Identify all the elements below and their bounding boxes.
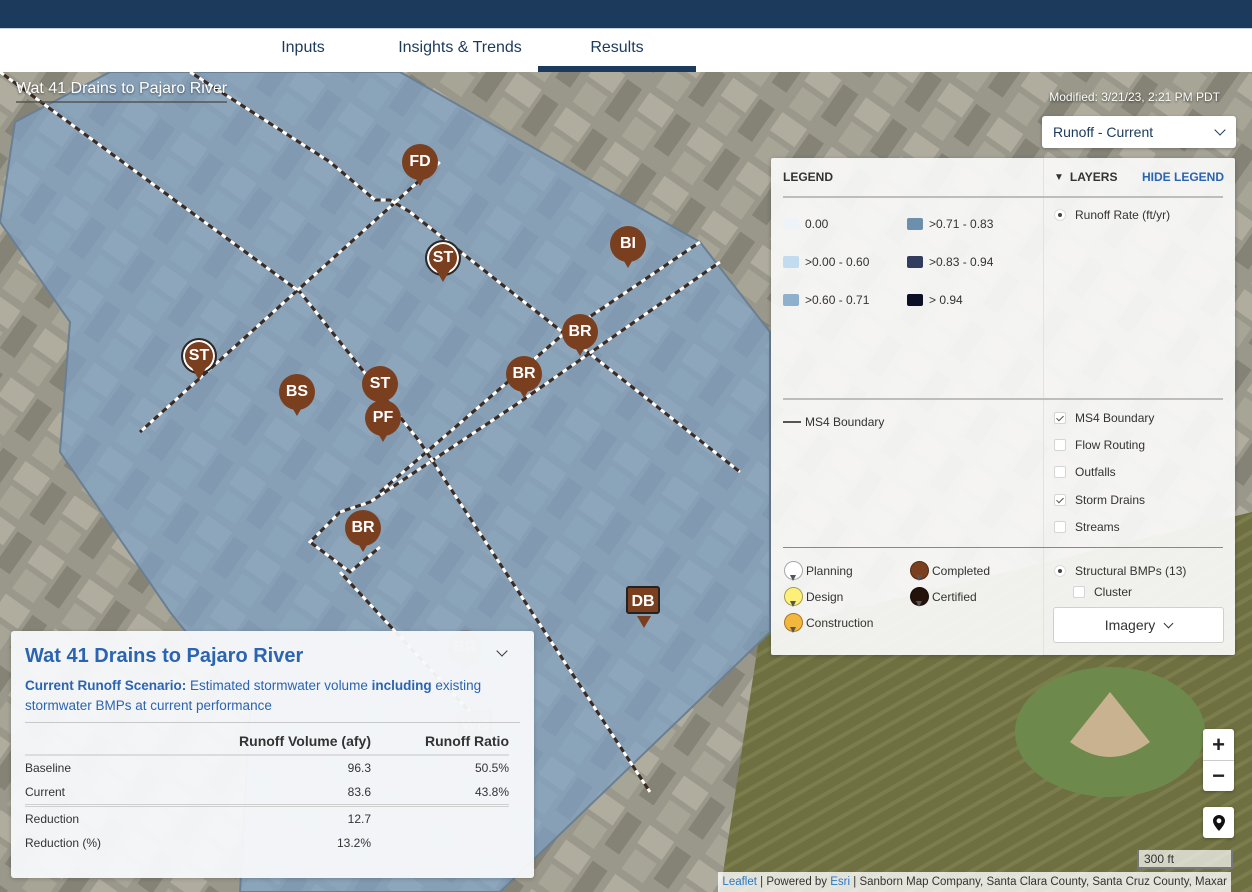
layer-storm-drains[interactable]: Storm Drains	[1054, 493, 1145, 507]
layer-ms4-boundary[interactable]: MS4 Boundary	[1054, 411, 1154, 425]
leaflet-link[interactable]: Leaflet	[722, 876, 757, 888]
bmp-marker-br[interactable]: BR	[562, 314, 598, 358]
legend-class: 0.00	[783, 217, 828, 231]
map-attribution: Leaflet | Powered by Esri | Sanborn Map …	[718, 872, 1231, 892]
bmp-status-completed: Completed	[910, 561, 990, 581]
legend-divider	[783, 547, 1223, 548]
bmp-marker-fd[interactable]: FD	[402, 144, 438, 188]
checkbox[interactable]	[1054, 466, 1066, 478]
map-pin-icon	[1212, 814, 1225, 831]
pin-icon	[784, 587, 803, 607]
chevron-down-icon	[1214, 124, 1226, 136]
radio-selected[interactable]	[1054, 565, 1066, 577]
checkbox[interactable]	[1054, 439, 1066, 451]
table-header-row: Runoff Volume (afy) Runoff Ratio	[25, 729, 509, 756]
zoom-control: + −	[1203, 729, 1234, 791]
table-row: Current 83.6 43.8%	[25, 780, 509, 807]
legend-class: >0.60 - 0.71	[783, 293, 869, 307]
class-swatch	[783, 294, 799, 306]
zoom-out-button[interactable]: −	[1203, 760, 1234, 791]
legend-divider	[783, 398, 1223, 400]
cluster-toggle[interactable]: Cluster	[1073, 585, 1132, 599]
legend-boundary: MS4 Boundary	[783, 415, 884, 429]
tab-insights-trends[interactable]: Insights & Trends	[380, 29, 540, 73]
esri-link[interactable]: Esri	[830, 876, 850, 888]
pin-icon	[910, 561, 929, 581]
table-row: Baseline 96.3 50.5%	[25, 761, 509, 775]
column-header-ratio: Runoff Ratio	[371, 729, 509, 756]
class-swatch	[907, 218, 923, 230]
layer-structural-bmps[interactable]: Structural BMPs (13)	[1054, 564, 1186, 578]
table-row: Reduction 12.7	[25, 812, 371, 826]
app-header-bar	[0, 0, 1252, 28]
bmp-marker-bi[interactable]: BI	[610, 226, 646, 270]
legend-class: >0.00 - 0.60	[783, 255, 869, 269]
legend-divider	[783, 196, 1223, 198]
layers-toggle[interactable]: ▼ LAYERS	[1054, 170, 1117, 184]
scenario-select[interactable]: Runoff - Current	[1042, 116, 1236, 148]
layer-flow-routing[interactable]: Flow Routing	[1054, 438, 1145, 452]
checkbox-checked[interactable]	[1054, 494, 1066, 506]
checkbox[interactable]	[1054, 521, 1066, 533]
table-row: Reduction (%) 13.2%	[25, 836, 371, 850]
scale-bar: 300 ft	[1137, 850, 1233, 869]
radio-selected[interactable]	[1054, 209, 1066, 221]
hide-legend-button[interactable]: HIDE LEGEND	[1142, 170, 1224, 184]
basemap-select[interactable]: Imagery	[1053, 607, 1224, 643]
watershed-info-panel: Wat 41 Drains to Pajaro River Current Ru…	[11, 631, 534, 878]
scenario-description: Current Runoff Scenario: Estimated storm…	[25, 676, 520, 723]
info-title: Wat 41 Drains to Pajaro River	[25, 645, 304, 667]
layer-outfalls[interactable]: Outfalls	[1054, 465, 1116, 479]
map-view[interactable]: FD ST BI BR ST BS ST PF BR BR DB BR WB W…	[0, 72, 1252, 892]
bmp-marker-br[interactable]: BR	[506, 356, 542, 400]
triangle-down-icon: ▼	[1054, 171, 1064, 183]
pin-icon	[784, 613, 803, 633]
column-header-volume: Runoff Volume (afy)	[175, 729, 371, 756]
bmp-status-planning: Planning	[784, 561, 853, 581]
legend-class: >0.83 - 0.94	[907, 255, 993, 269]
map-title: Wat 41 Drains to Pajaro River	[16, 80, 228, 103]
pin-icon	[784, 561, 803, 581]
scenario-select-value: Runoff - Current	[1053, 124, 1154, 140]
class-swatch	[783, 256, 799, 268]
locate-button[interactable]	[1203, 807, 1234, 838]
chevron-down-icon	[1163, 618, 1174, 628]
legend-divider	[1043, 158, 1044, 655]
pin-icon	[910, 587, 929, 607]
class-swatch	[907, 256, 923, 268]
class-swatch	[783, 218, 799, 230]
bmp-status-construction: Construction	[784, 613, 873, 633]
tab-inputs[interactable]: Inputs	[258, 29, 348, 73]
main-tabs: Inputs Insights & Trends Results	[0, 28, 1252, 73]
bmp-marker-br[interactable]: BR	[345, 510, 381, 554]
class-swatch	[907, 294, 923, 306]
zoom-in-button[interactable]: +	[1203, 729, 1234, 760]
bmp-status-certified: Certified	[910, 587, 977, 607]
bmp-marker-db[interactable]: DB	[626, 586, 662, 630]
checkbox[interactable]	[1073, 586, 1085, 598]
layers-title: LAYERS	[1069, 170, 1118, 184]
legend-panel: LEGEND ▼ LAYERS HIDE LEGEND 0.00 >0.00 -…	[771, 158, 1235, 655]
bmp-marker-bs[interactable]: BS	[279, 374, 315, 418]
legend-class: >0.71 - 0.83	[907, 217, 993, 231]
tab-results[interactable]: Results	[538, 29, 696, 73]
legend-title: LEGEND	[783, 170, 834, 184]
line-icon	[783, 421, 801, 423]
modified-timestamp: Modified: 3/21/23, 2:21 PM PDT	[1049, 90, 1220, 104]
layer-runoff-rate[interactable]: Runoff Rate (ft/yr)	[1054, 208, 1170, 222]
checkbox-checked[interactable]	[1054, 412, 1066, 424]
bmp-status-design: Design	[784, 587, 843, 607]
runoff-table: Runoff Volume (afy) Runoff Ratio Baselin…	[25, 729, 509, 855]
bmp-marker-pf[interactable]: PF	[365, 400, 401, 444]
bmp-marker-st[interactable]: ST	[425, 240, 461, 284]
legend-class: > 0.94	[907, 293, 963, 307]
bmp-marker-st[interactable]: ST	[181, 338, 217, 382]
basemap-select-value: Imagery	[1104, 617, 1156, 633]
layer-streams[interactable]: Streams	[1054, 520, 1120, 534]
